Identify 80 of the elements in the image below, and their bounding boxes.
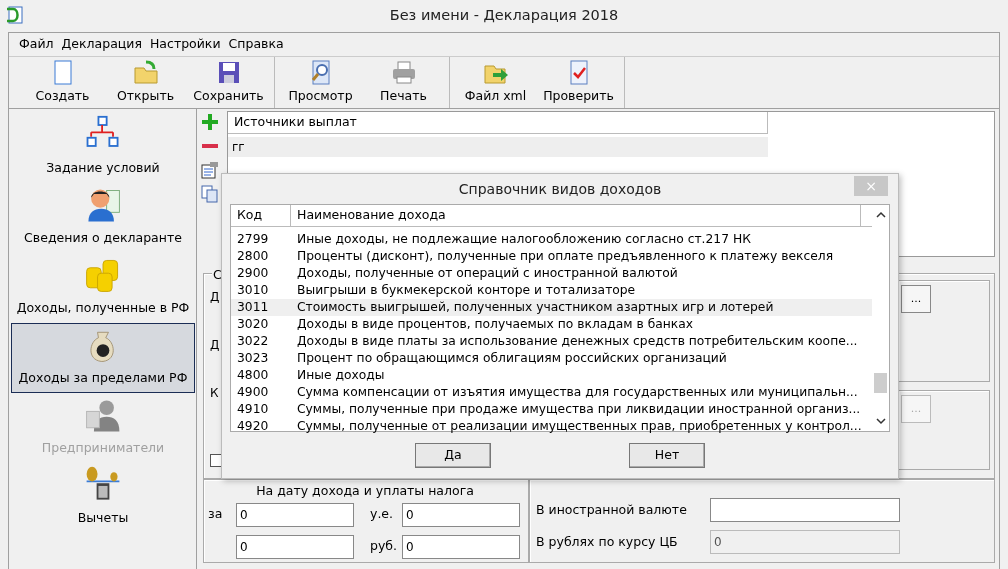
field-label: руб. [370, 537, 398, 556]
sidebar-item[interactable]: Сведения о декларанте [11, 183, 195, 253]
window-title: Без имени - Декларация 2018 [389, 6, 619, 26]
dialog-button[interactable]: Да [415, 442, 491, 468]
sidebar-item[interactable]: Вычеты [11, 463, 195, 533]
table-cell-text: Проценты (дисконт), полученные при оплате предъявленного к платежу векселя [296, 247, 834, 265]
table-cell-text: Суммы, полученные от реализации имущественных прав, приобретенных у контрол... [296, 417, 862, 435]
table-row[interactable]: 2799 Иные доходы, не подлежащие налогообложению согласно ст.217 НК [231, 230, 872, 248]
menu-item[interactable]: Файл [19, 33, 54, 56]
menu-item[interactable]: Справка [228, 33, 284, 56]
menu-item[interactable]: Декларация [61, 33, 142, 56]
sidebar-item[interactable]: Доходы, полученные в РФ [11, 253, 195, 323]
properties-icon[interactable] [201, 161, 219, 179]
sidebar-item[interactable]: Задание условий [11, 113, 195, 183]
table-cell-text: 4900 [236, 383, 270, 401]
printer-icon [390, 59, 417, 87]
table-row[interactable]: 3022 Доходы в виде платы за использование денежных средств потребительским коопе... [231, 332, 872, 350]
table-row[interactable]: 2900 Доходы, полученные от операций с иностранной валютой [231, 264, 872, 282]
toolbar-button[interactable]: Открыть [104, 57, 187, 108]
table-cell-text: 4920 [236, 417, 270, 435]
sidebar-item[interactable]: Доходы за пределами РФ [11, 323, 195, 393]
input-field[interactable]: 0 [236, 534, 354, 559]
toolbar-button[interactable]: Проверить [537, 57, 620, 108]
app-icon [6, 6, 24, 24]
table-cell-text: 2900 [236, 264, 270, 282]
table-cell-text: 2799 [236, 230, 270, 248]
field-label: за [208, 505, 224, 524]
input-field[interactable]: 0 [402, 502, 520, 527]
table-row[interactable]: 3011 Стоимость выигрышей, полученных участником азартных игр и лотерей [231, 298, 872, 316]
group-title: На дату дохода и уплаты налога [255, 482, 475, 500]
input-field[interactable]: 0 [236, 502, 354, 527]
toolbar-button[interactable]: Файл xml [454, 57, 537, 108]
add-icon[interactable] [201, 113, 219, 131]
field-label: у.е. [370, 505, 395, 524]
table-cell-text: 3023 [236, 349, 270, 367]
column-header[interactable]: Наименование дохода [291, 205, 861, 226]
table-cell-text: 3020 [236, 315, 270, 333]
table-cell-text: Доходы в виде платы за использование денежных средств потребительским коопе... [296, 332, 858, 350]
field-label: В рублях по курсу ЦБ [536, 532, 679, 551]
table-cell-text: Процент по обращающимся облигациям российских организаций [296, 349, 727, 367]
column-header[interactable]: Источники выплат [228, 112, 768, 134]
input-field[interactable]: 0 [402, 534, 520, 559]
toolbar-button[interactable]: Создать [21, 57, 104, 108]
folder-icon [132, 59, 159, 87]
table-cell-text: Сумма компенсации от изъятия имущества для государственных или муниципальн... [296, 383, 858, 401]
scroll-down-icon[interactable] [874, 415, 887, 427]
table-cell-text: 4800 [236, 366, 270, 384]
browse-button[interactable]: ... [901, 285, 931, 313]
table-row[interactable]: 4900 Сумма компенсации от изъятия имущества для государственных или муниципальн... [231, 383, 872, 401]
table-cell-text: Выигрыши в букмекерской конторе и тотализаторе [296, 281, 636, 299]
table-cell-text: Доходы в виде процентов, получаемых по вкладам в банках [296, 315, 694, 333]
table-row[interactable]: 4920 Суммы, полученные от реализации имущественных прав, приобретенных у контрол... [231, 417, 872, 435]
table-row[interactable]: 3023 Процент по обращающимся облигациям российских организаций [231, 349, 872, 367]
table-cell-text: Доходы, полученные от операций с иностранной валютой [296, 264, 678, 282]
table-row[interactable]: 3020 Доходы в виде процентов, получаемых по вкладам в банках [231, 315, 872, 333]
menu-item[interactable]: Настройки [149, 33, 221, 56]
table-cell-text: Иные доходы [296, 366, 385, 384]
field-label: В иностранной валюте [536, 500, 688, 519]
table-row[interactable]: гг [228, 136, 768, 157]
table-cell-text: 4910 [236, 400, 270, 418]
table-cell-text: 2800 [236, 247, 270, 265]
toolbar-button[interactable]: Просмотр [279, 57, 362, 108]
table-cell-text: 3010 [236, 281, 270, 299]
input-field[interactable] [710, 498, 900, 522]
table-cell-text: 3011 [236, 298, 270, 316]
table-row[interactable]: 4910 Суммы, полученные при продаже имущества при ликвидации иностранной организ... [231, 400, 872, 418]
table-row[interactable]: 4800 Иные доходы [231, 366, 872, 384]
table-cell-text: Иные доходы, не подлежащие налогообложению согласно ст.217 НК [296, 230, 751, 248]
toolbar-button[interactable]: Печать [362, 57, 445, 108]
column-header[interactable]: Код [231, 205, 291, 226]
table-row[interactable]: 2800 Проценты (дисконт), полученные при оплате предъявленного к платежу векселя [231, 247, 872, 265]
scroll-thumb[interactable] [874, 373, 887, 393]
dialog-title: Справочник видов доходов [458, 179, 662, 199]
table-cell-text: 3022 [236, 332, 270, 350]
copy-icon[interactable] [201, 185, 219, 203]
table-cell-text: Суммы, полученные при продаже имущества при ликвидации иностранной организ... [296, 400, 861, 418]
table-cell-text: Стоимость выигрышей, полученных участником азартных игр и лотерей [296, 298, 774, 316]
toolbar-button[interactable]: Сохранить [187, 57, 270, 108]
table-row[interactable]: 3010 Выигрыши в букмекерской конторе и тотализаторе [231, 281, 872, 299]
dialog-button[interactable]: Нет [629, 442, 705, 468]
